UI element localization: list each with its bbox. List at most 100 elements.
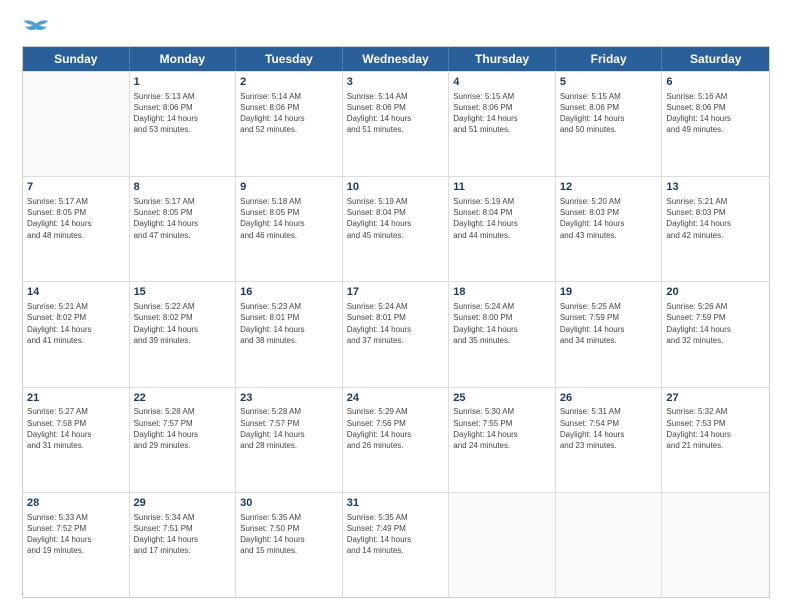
cell-info: Sunrise: 5:19 AM Sunset: 8:04 PM Dayligh…: [453, 196, 551, 241]
day-number: 19: [560, 285, 658, 300]
calendar-cell: 10Sunrise: 5:19 AM Sunset: 8:04 PM Dayli…: [343, 177, 450, 281]
cell-info: Sunrise: 5:14 AM Sunset: 8:06 PM Dayligh…: [347, 91, 445, 136]
cell-info: Sunrise: 5:15 AM Sunset: 8:06 PM Dayligh…: [560, 91, 658, 136]
cell-info: Sunrise: 5:20 AM Sunset: 8:03 PM Dayligh…: [560, 196, 658, 241]
day-number: 1: [134, 75, 232, 90]
cell-info: Sunrise: 5:18 AM Sunset: 8:05 PM Dayligh…: [240, 196, 338, 241]
calendar-header: SundayMondayTuesdayWednesdayThursdayFrid…: [23, 47, 769, 71]
day-number: 31: [347, 496, 445, 511]
calendar-header-cell: Wednesday: [343, 47, 450, 71]
calendar-header-cell: Monday: [130, 47, 237, 71]
calendar-week: 7Sunrise: 5:17 AM Sunset: 8:05 PM Daylig…: [23, 176, 769, 281]
cell-info: Sunrise: 5:35 AM Sunset: 7:49 PM Dayligh…: [347, 512, 445, 557]
logo: [22, 18, 54, 36]
cell-info: Sunrise: 5:30 AM Sunset: 7:55 PM Dayligh…: [453, 406, 551, 451]
cell-info: Sunrise: 5:35 AM Sunset: 7:50 PM Dayligh…: [240, 512, 338, 557]
calendar-cell: 25Sunrise: 5:30 AM Sunset: 7:55 PM Dayli…: [449, 388, 556, 492]
cell-info: Sunrise: 5:19 AM Sunset: 8:04 PM Dayligh…: [347, 196, 445, 241]
page: SundayMondayTuesdayWednesdayThursdayFrid…: [0, 0, 792, 612]
calendar-header-cell: Thursday: [449, 47, 556, 71]
cell-info: Sunrise: 5:22 AM Sunset: 8:02 PM Dayligh…: [134, 301, 232, 346]
cell-info: Sunrise: 5:27 AM Sunset: 7:58 PM Dayligh…: [27, 406, 125, 451]
calendar-cell: 29Sunrise: 5:34 AM Sunset: 7:51 PM Dayli…: [130, 493, 237, 597]
day-number: 20: [666, 285, 765, 300]
day-number: 13: [666, 180, 765, 195]
cell-info: Sunrise: 5:17 AM Sunset: 8:05 PM Dayligh…: [27, 196, 125, 241]
calendar-cell: 3Sunrise: 5:14 AM Sunset: 8:06 PM Daylig…: [343, 72, 450, 176]
day-number: 12: [560, 180, 658, 195]
calendar-week: 14Sunrise: 5:21 AM Sunset: 8:02 PM Dayli…: [23, 281, 769, 386]
cell-info: Sunrise: 5:21 AM Sunset: 8:03 PM Dayligh…: [666, 196, 765, 241]
calendar-cell: 8Sunrise: 5:17 AM Sunset: 8:05 PM Daylig…: [130, 177, 237, 281]
day-number: 9: [240, 180, 338, 195]
day-number: 6: [666, 75, 765, 90]
calendar-cell: [662, 493, 769, 597]
calendar-cell: 30Sunrise: 5:35 AM Sunset: 7:50 PM Dayli…: [236, 493, 343, 597]
day-number: 16: [240, 285, 338, 300]
cell-info: Sunrise: 5:21 AM Sunset: 8:02 PM Dayligh…: [27, 301, 125, 346]
calendar-cell: 5Sunrise: 5:15 AM Sunset: 8:06 PM Daylig…: [556, 72, 663, 176]
cell-info: Sunrise: 5:31 AM Sunset: 7:54 PM Dayligh…: [560, 406, 658, 451]
calendar-cell: 23Sunrise: 5:28 AM Sunset: 7:57 PM Dayli…: [236, 388, 343, 492]
calendar-week: 1Sunrise: 5:13 AM Sunset: 8:06 PM Daylig…: [23, 71, 769, 176]
calendar-header-cell: Tuesday: [236, 47, 343, 71]
calendar-week: 21Sunrise: 5:27 AM Sunset: 7:58 PM Dayli…: [23, 387, 769, 492]
calendar-header-cell: Friday: [556, 47, 663, 71]
day-number: 27: [666, 391, 765, 406]
day-number: 18: [453, 285, 551, 300]
day-number: 2: [240, 75, 338, 90]
calendar-cell: 12Sunrise: 5:20 AM Sunset: 8:03 PM Dayli…: [556, 177, 663, 281]
cell-info: Sunrise: 5:24 AM Sunset: 8:00 PM Dayligh…: [453, 301, 551, 346]
calendar-cell: 26Sunrise: 5:31 AM Sunset: 7:54 PM Dayli…: [556, 388, 663, 492]
calendar-cell: 22Sunrise: 5:28 AM Sunset: 7:57 PM Dayli…: [130, 388, 237, 492]
day-number: 14: [27, 285, 125, 300]
calendar-cell: 9Sunrise: 5:18 AM Sunset: 8:05 PM Daylig…: [236, 177, 343, 281]
day-number: 30: [240, 496, 338, 511]
calendar-cell: 17Sunrise: 5:24 AM Sunset: 8:01 PM Dayli…: [343, 282, 450, 386]
calendar-cell: [449, 493, 556, 597]
calendar-cell: 14Sunrise: 5:21 AM Sunset: 8:02 PM Dayli…: [23, 282, 130, 386]
day-number: 5: [560, 75, 658, 90]
calendar-cell: 1Sunrise: 5:13 AM Sunset: 8:06 PM Daylig…: [130, 72, 237, 176]
day-number: 28: [27, 496, 125, 511]
calendar-cell: 24Sunrise: 5:29 AM Sunset: 7:56 PM Dayli…: [343, 388, 450, 492]
calendar-cell: [556, 493, 663, 597]
calendar-cell: 7Sunrise: 5:17 AM Sunset: 8:05 PM Daylig…: [23, 177, 130, 281]
calendar-cell: 19Sunrise: 5:25 AM Sunset: 7:59 PM Dayli…: [556, 282, 663, 386]
cell-info: Sunrise: 5:34 AM Sunset: 7:51 PM Dayligh…: [134, 512, 232, 557]
calendar-cell: 6Sunrise: 5:16 AM Sunset: 8:06 PM Daylig…: [662, 72, 769, 176]
cell-info: Sunrise: 5:29 AM Sunset: 7:56 PM Dayligh…: [347, 406, 445, 451]
day-number: 23: [240, 391, 338, 406]
day-number: 3: [347, 75, 445, 90]
cell-info: Sunrise: 5:16 AM Sunset: 8:06 PM Dayligh…: [666, 91, 765, 136]
day-number: 4: [453, 75, 551, 90]
calendar-cell: 28Sunrise: 5:33 AM Sunset: 7:52 PM Dayli…: [23, 493, 130, 597]
cell-info: Sunrise: 5:28 AM Sunset: 7:57 PM Dayligh…: [240, 406, 338, 451]
header: [22, 18, 770, 36]
cell-info: Sunrise: 5:25 AM Sunset: 7:59 PM Dayligh…: [560, 301, 658, 346]
day-number: 17: [347, 285, 445, 300]
day-number: 24: [347, 391, 445, 406]
day-number: 10: [347, 180, 445, 195]
calendar-cell: 21Sunrise: 5:27 AM Sunset: 7:58 PM Dayli…: [23, 388, 130, 492]
cell-info: Sunrise: 5:13 AM Sunset: 8:06 PM Dayligh…: [134, 91, 232, 136]
cell-info: Sunrise: 5:33 AM Sunset: 7:52 PM Dayligh…: [27, 512, 125, 557]
calendar-cell: 16Sunrise: 5:23 AM Sunset: 8:01 PM Dayli…: [236, 282, 343, 386]
calendar-cell: 31Sunrise: 5:35 AM Sunset: 7:49 PM Dayli…: [343, 493, 450, 597]
logo-bird-icon: [22, 18, 50, 36]
calendar-cell: 13Sunrise: 5:21 AM Sunset: 8:03 PM Dayli…: [662, 177, 769, 281]
calendar-header-cell: Sunday: [23, 47, 130, 71]
calendar-cell: 20Sunrise: 5:26 AM Sunset: 7:59 PM Dayli…: [662, 282, 769, 386]
calendar-cell: 27Sunrise: 5:32 AM Sunset: 7:53 PM Dayli…: [662, 388, 769, 492]
cell-info: Sunrise: 5:32 AM Sunset: 7:53 PM Dayligh…: [666, 406, 765, 451]
cell-info: Sunrise: 5:24 AM Sunset: 8:01 PM Dayligh…: [347, 301, 445, 346]
day-number: 22: [134, 391, 232, 406]
calendar-cell: 11Sunrise: 5:19 AM Sunset: 8:04 PM Dayli…: [449, 177, 556, 281]
calendar-cell: 2Sunrise: 5:14 AM Sunset: 8:06 PM Daylig…: [236, 72, 343, 176]
calendar-cell: 4Sunrise: 5:15 AM Sunset: 8:06 PM Daylig…: [449, 72, 556, 176]
calendar-week: 28Sunrise: 5:33 AM Sunset: 7:52 PM Dayli…: [23, 492, 769, 597]
cell-info: Sunrise: 5:15 AM Sunset: 8:06 PM Dayligh…: [453, 91, 551, 136]
calendar-cell: [23, 72, 130, 176]
calendar-body: 1Sunrise: 5:13 AM Sunset: 8:06 PM Daylig…: [23, 71, 769, 597]
day-number: 15: [134, 285, 232, 300]
